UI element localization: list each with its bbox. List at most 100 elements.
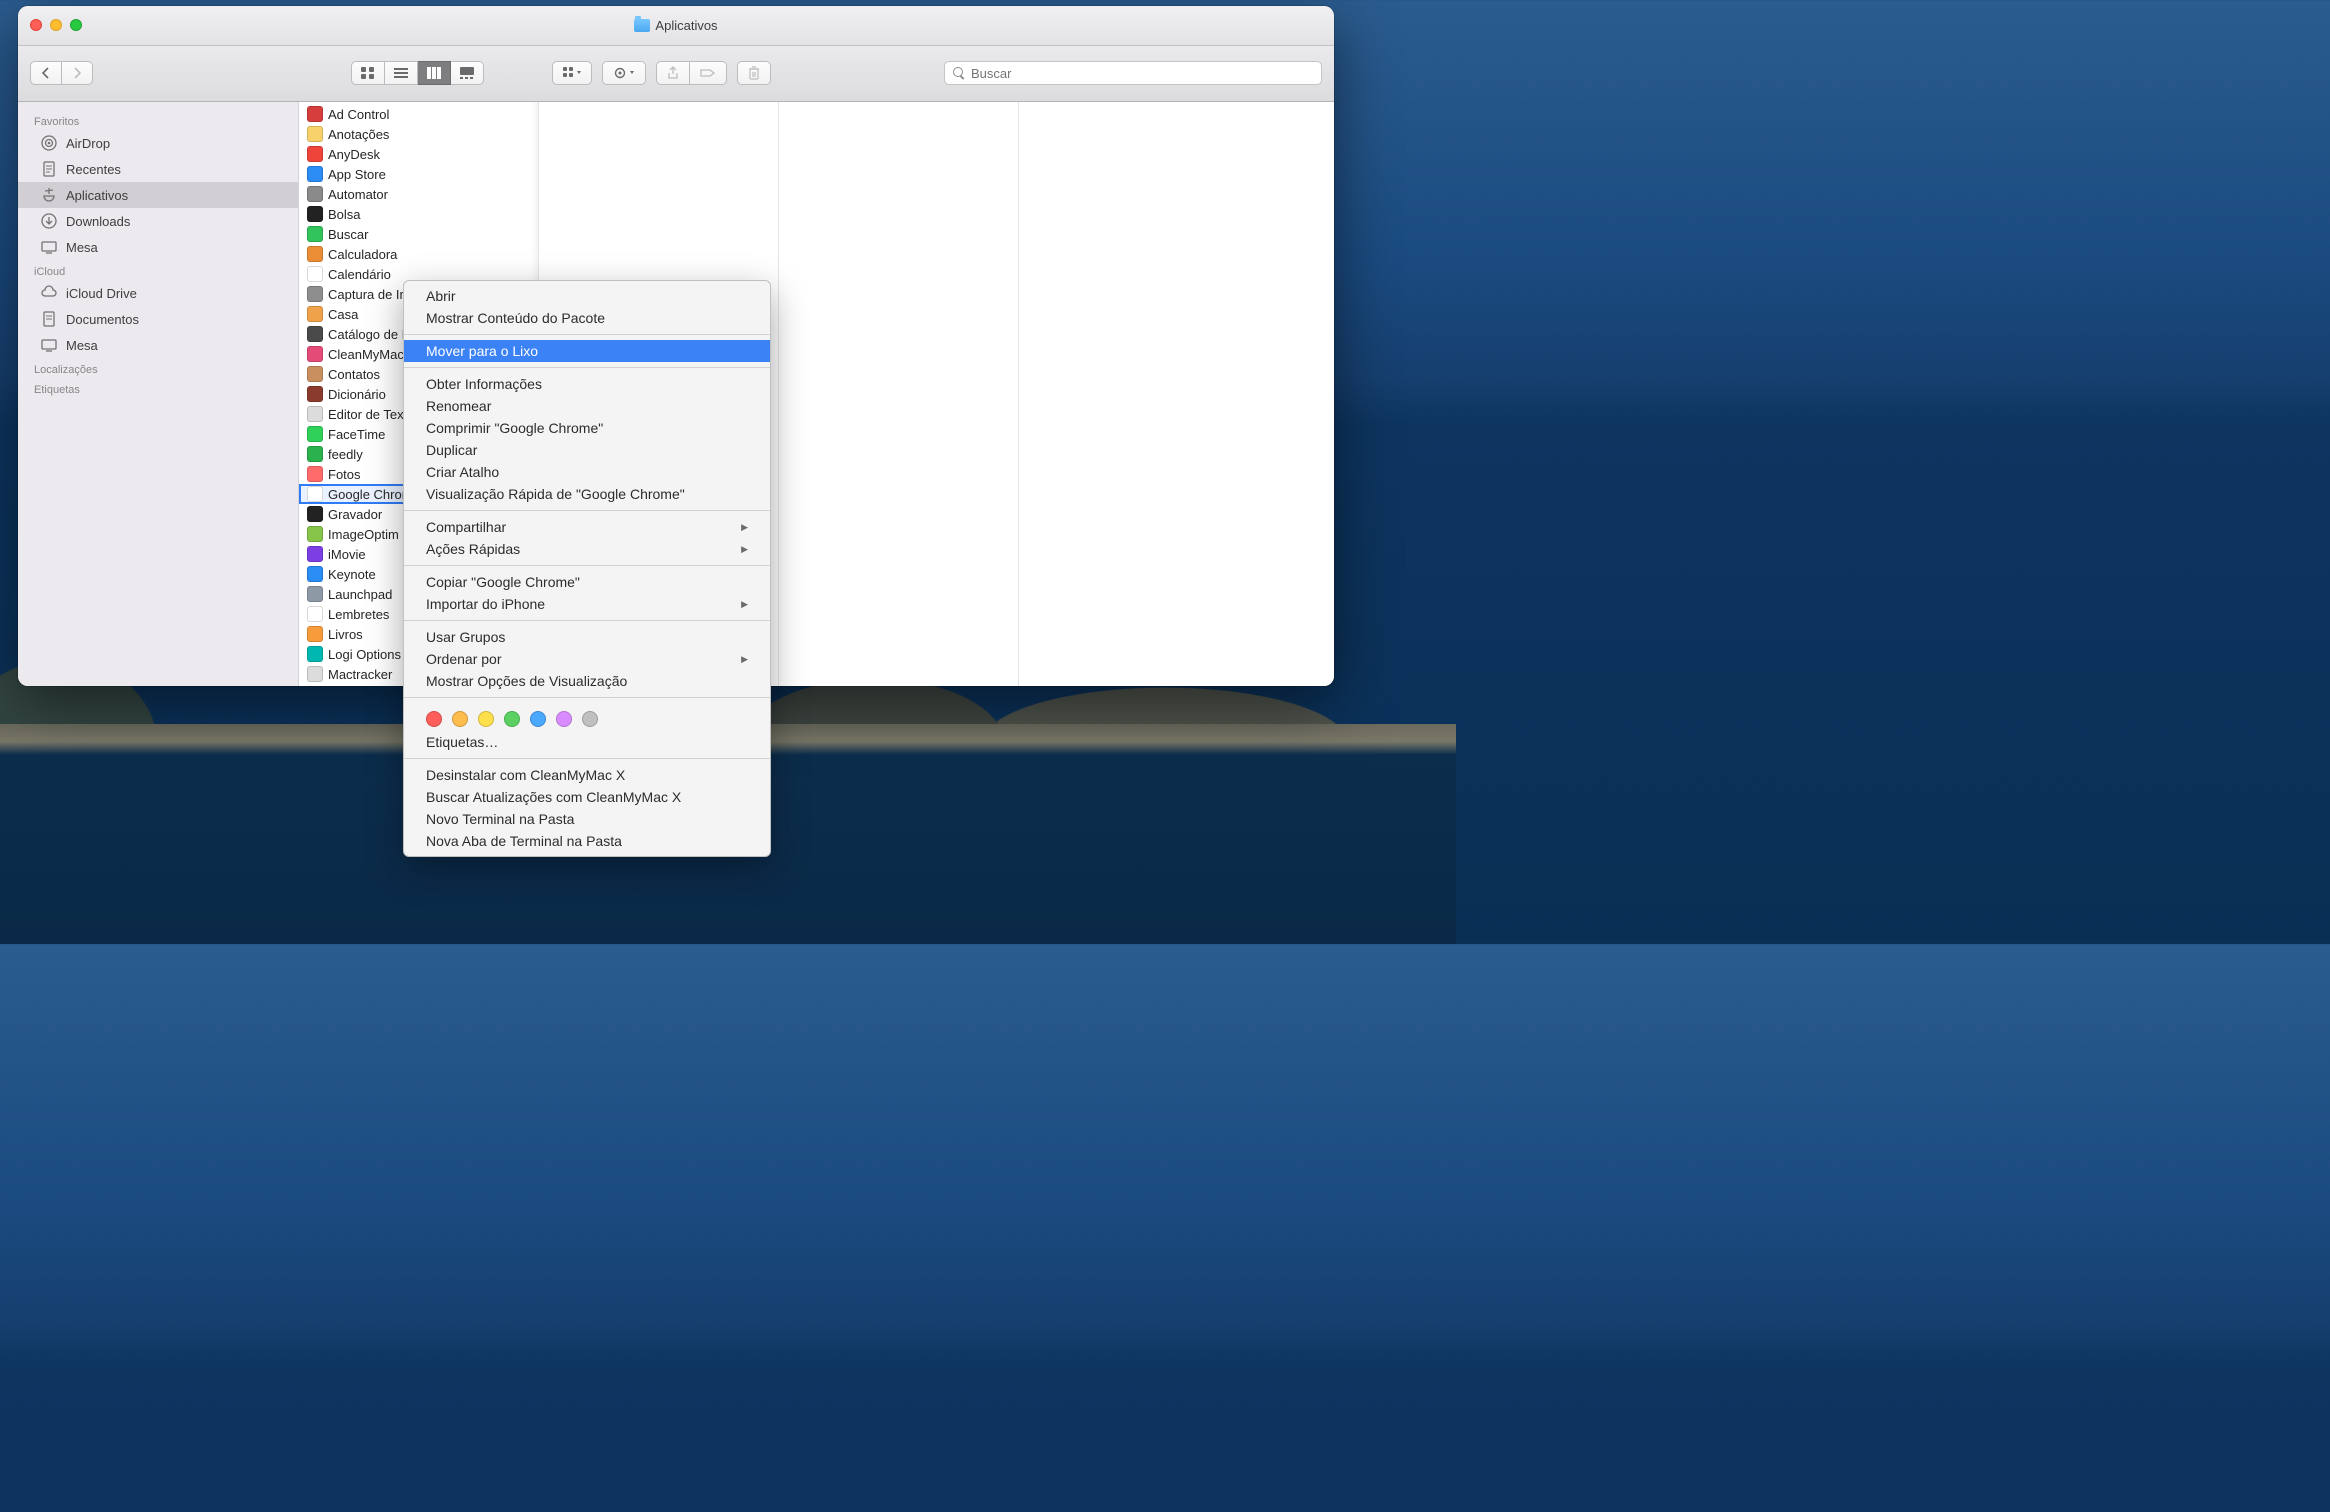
sidebar-section-tags: Etiquetas xyxy=(18,378,298,398)
sidebar-section-locations: Localizações xyxy=(18,358,298,378)
arrange-button[interactable] xyxy=(552,61,592,85)
app-item[interactable]: Automator xyxy=(299,184,538,204)
app-item[interactable]: AnyDesk xyxy=(299,144,538,164)
forward-button[interactable] xyxy=(62,61,93,85)
context-menu-item[interactable]: Ordenar por xyxy=(404,648,770,670)
app-item[interactable]: Ad Control xyxy=(299,104,538,124)
sidebar-item-icloud-drive[interactable]: iCloud Drive xyxy=(18,280,298,306)
app-name: Editor de Texto xyxy=(328,407,414,422)
app-icon xyxy=(307,166,323,182)
sidebar-item-recents[interactable]: Recentes xyxy=(18,156,298,182)
gear-icon xyxy=(613,67,635,79)
airdrop-icon xyxy=(40,134,58,152)
context-menu-item[interactable]: Duplicar xyxy=(404,439,770,461)
context-menu-item[interactable]: Buscar Atualizações com CleanMyMac X xyxy=(404,786,770,808)
column-view-button[interactable] xyxy=(418,61,451,85)
context-menu-item[interactable]: Nova Aba de Terminal na Pasta xyxy=(404,830,770,852)
icon-view-button[interactable] xyxy=(351,61,385,85)
list-view-button[interactable] xyxy=(385,61,418,85)
minimize-window-button[interactable] xyxy=(50,19,62,31)
tag-color-dot[interactable] xyxy=(426,711,442,727)
sidebar-item-documents[interactable]: Documentos xyxy=(18,306,298,332)
app-icon xyxy=(307,526,323,542)
context-menu-item[interactable]: Mover para o Lixo xyxy=(404,340,770,362)
sidebar-item-airdrop[interactable]: AirDrop xyxy=(18,130,298,156)
context-menu-item[interactable]: Ações Rápidas xyxy=(404,538,770,560)
app-item[interactable]: App Store xyxy=(299,164,538,184)
list-view-icon xyxy=(394,67,408,79)
sidebar-item-downloads[interactable]: Downloads xyxy=(18,208,298,234)
window-title-text: Aplicativos xyxy=(655,18,717,33)
context-menu-item[interactable]: Visualização Rápida de "Google Chrome" xyxy=(404,483,770,505)
search-field[interactable] xyxy=(944,61,1322,85)
gallery-view-button[interactable] xyxy=(451,61,484,85)
context-menu-separator xyxy=(404,565,770,566)
document-icon xyxy=(40,160,58,178)
search-input[interactable] xyxy=(971,66,1313,81)
context-menu-item-label: Comprimir "Google Chrome" xyxy=(426,420,603,436)
tag-color-dot[interactable] xyxy=(530,711,546,727)
app-icon xyxy=(307,206,323,222)
share-button[interactable] xyxy=(656,61,690,85)
context-menu-item[interactable]: Usar Grupos xyxy=(404,626,770,648)
app-name: Livros xyxy=(328,627,363,642)
context-menu-item[interactable]: Obter Informações xyxy=(404,373,770,395)
context-menu-item[interactable]: Criar Atalho xyxy=(404,461,770,483)
context-menu: Abrir Mostrar Conteúdo do Pacote Mover par… xyxy=(403,280,771,857)
context-menu-item-label: Compartilhar xyxy=(426,519,506,535)
tag-color-dot[interactable] xyxy=(504,711,520,727)
documents-icon xyxy=(40,310,58,328)
app-icon xyxy=(307,646,323,662)
context-menu-item[interactable]: Comprimir "Google Chrome" xyxy=(404,417,770,439)
context-menu-separator xyxy=(404,367,770,368)
back-button[interactable] xyxy=(30,61,62,85)
app-item[interactable]: Bolsa xyxy=(299,204,538,224)
app-item[interactable]: Buscar xyxy=(299,224,538,244)
sidebar-item-label: Mesa xyxy=(66,240,98,255)
context-menu-item[interactable]: Abrir xyxy=(404,285,770,307)
app-icon xyxy=(307,566,323,582)
folder-icon xyxy=(634,19,650,32)
context-menu-item[interactable]: Mostrar Conteúdo do Pacote xyxy=(404,307,770,329)
app-icon xyxy=(307,126,323,142)
trash-button[interactable] xyxy=(737,61,771,85)
tag-color-dot[interactable] xyxy=(452,711,468,727)
close-window-button[interactable] xyxy=(30,19,42,31)
chevron-right-icon xyxy=(72,67,82,79)
titlebar[interactable]: Aplicativos xyxy=(18,6,1334,46)
app-item[interactable]: Calculadora xyxy=(299,244,538,264)
sidebar-item-applications[interactable]: Aplicativos xyxy=(18,182,298,208)
app-icon xyxy=(307,546,323,562)
app-item[interactable]: Anotações xyxy=(299,124,538,144)
column-view-icon xyxy=(427,67,441,79)
context-menu-item-label: Mostrar Conteúdo do Pacote xyxy=(426,310,605,326)
sidebar-item-desktop-2[interactable]: Mesa xyxy=(18,332,298,358)
zoom-window-button[interactable] xyxy=(70,19,82,31)
toolbar xyxy=(18,46,1334,102)
app-name: Mactracker xyxy=(328,667,392,682)
tag-color-dot[interactable] xyxy=(556,711,572,727)
app-name: Buscar xyxy=(328,227,368,242)
app-name: Logi Options xyxy=(328,647,401,662)
window-title: Aplicativos xyxy=(18,18,1334,33)
sidebar-item-desktop[interactable]: Mesa xyxy=(18,234,298,260)
downloads-icon xyxy=(40,212,58,230)
context-menu-item[interactable]: Novo Terminal na Pasta xyxy=(404,808,770,830)
context-menu-item[interactable]: Compartilhar xyxy=(404,516,770,538)
context-menu-item-label: Importar do iPhone xyxy=(426,596,545,612)
context-menu-item[interactable]: Etiquetas… xyxy=(404,731,770,753)
context-menu-item-label: Duplicar xyxy=(426,442,477,458)
tag-color-dot[interactable] xyxy=(478,711,494,727)
sidebar-item-label: Aplicativos xyxy=(66,188,128,203)
context-menu-item[interactable]: Desinstalar com CleanMyMac X xyxy=(404,764,770,786)
context-menu-item[interactable]: Mostrar Opções de Visualização xyxy=(404,670,770,692)
context-menu-item[interactable]: Renomear xyxy=(404,395,770,417)
desktop-icon xyxy=(40,238,58,256)
action-button[interactable] xyxy=(602,61,646,85)
context-menu-item[interactable]: Importar do iPhone xyxy=(404,593,770,615)
tag-button[interactable] xyxy=(690,61,727,85)
tag-color-dot[interactable] xyxy=(582,711,598,727)
context-menu-item[interactable]: Copiar "Google Chrome" xyxy=(404,571,770,593)
sidebar-item-label: Mesa xyxy=(66,338,98,353)
share-icon xyxy=(667,66,679,80)
